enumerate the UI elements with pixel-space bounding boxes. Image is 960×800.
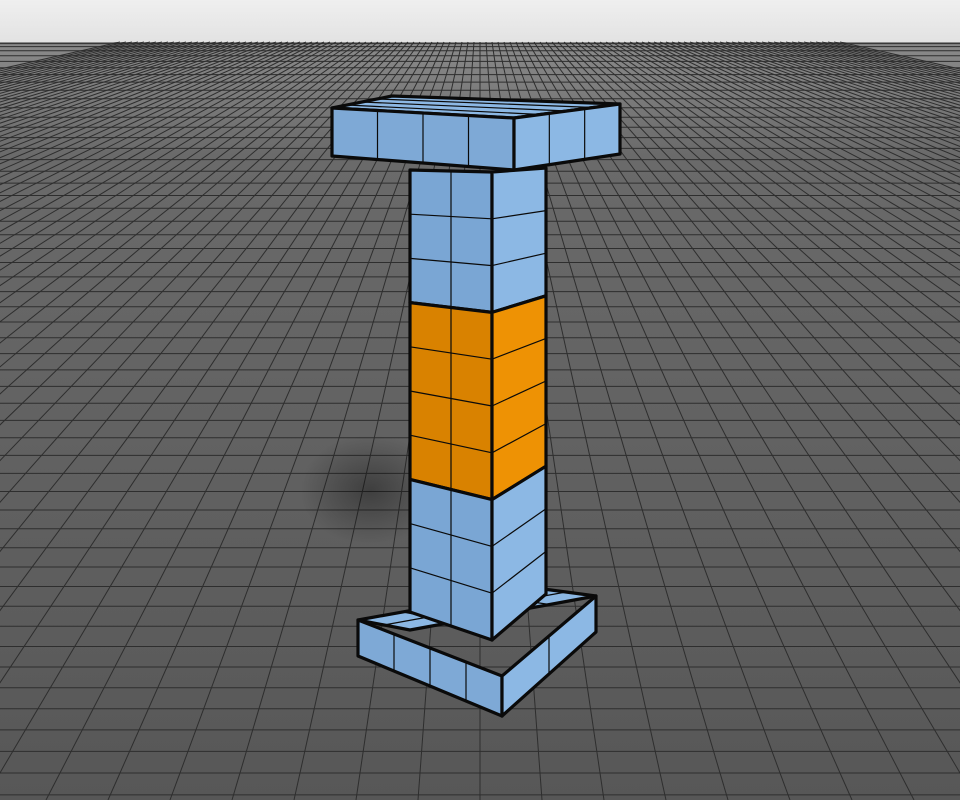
shaft-middle-side-face — [491, 295, 547, 501]
sky-background — [0, 0, 960, 44]
shaft-upper-side-face — [491, 167, 547, 313]
scene-canvas[interactable] — [0, 0, 960, 800]
3d-viewport[interactable] — [0, 0, 960, 800]
